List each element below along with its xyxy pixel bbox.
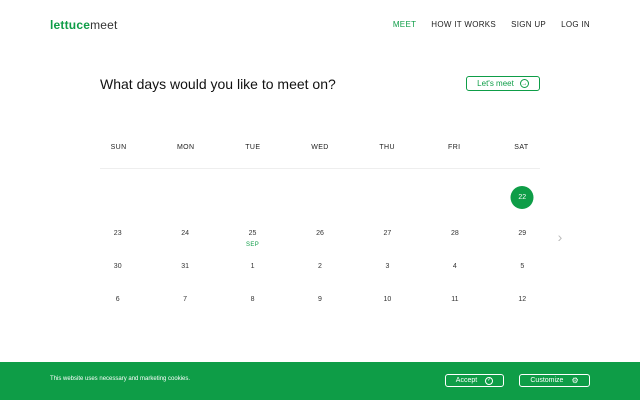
calendar-day[interactable]: 30 [84, 247, 151, 280]
accept-label: Accept [455, 377, 478, 384]
weekday-sat: SAT [514, 144, 529, 151]
nav-how-it-works[interactable]: HOW IT WORKS [431, 20, 496, 29]
calendar-day [354, 181, 421, 214]
calendar-day-number: 5 [520, 263, 525, 270]
calendar-day[interactable]: 23 [84, 214, 151, 247]
calendar-day-number: 24 [181, 230, 190, 237]
calendar-day-number: 27 [383, 230, 392, 237]
customize-button[interactable]: Customize ⚙ [519, 374, 590, 387]
calendar-day[interactable]: 3 [354, 247, 421, 280]
weekday-mon: MON [176, 144, 195, 151]
nav-meet[interactable]: MEET [393, 20, 416, 29]
chevron-right-icon[interactable]: › [554, 229, 566, 245]
calendar-day-number: 6 [115, 296, 120, 303]
calendar-day[interactable]: 27 [354, 214, 421, 247]
weekday-header: SUN MON TUE WED THU FRI SAT [85, 144, 555, 151]
lets-meet-button[interactable]: Let's meet → [466, 76, 540, 91]
calendar-day-number: 7 [183, 296, 188, 303]
calendar-day [286, 181, 353, 214]
customize-label: Customize [530, 377, 564, 384]
calendar-day-number: 9 [318, 296, 322, 303]
calendar-day[interactable]: 6 [84, 280, 151, 313]
calendar-day[interactable]: 4 [421, 247, 488, 280]
calendar-day-number: 11 [451, 296, 459, 303]
calendar-day-number: 10 [383, 296, 392, 303]
calendar-day-number: 1 [250, 263, 255, 270]
page-title: What days would you like to meet on? [100, 76, 336, 92]
logo-brand: lettuce [50, 18, 91, 32]
calendar-day[interactable]: 8 [219, 280, 286, 313]
gear-icon: ⚙ [571, 375, 579, 385]
weekday-tue: TUE [245, 144, 261, 151]
calendar-day[interactable]: 26 [286, 214, 353, 247]
check-circle-icon: ✓ [485, 376, 494, 385]
accept-button[interactable]: Accept ✓ [445, 374, 504, 387]
lets-meet-label: Let's meet [477, 79, 514, 88]
calendar-day-number: 30 [113, 263, 122, 270]
calendar-day [151, 181, 218, 214]
calendar-day[interactable]: 10 [354, 280, 421, 313]
calendar-day-number: 26 [316, 230, 324, 237]
calendar-day-number: 3 [385, 263, 390, 270]
calendar-day [219, 181, 286, 214]
calendar-day[interactable]: 29 [489, 214, 556, 247]
weekday-thu: THU [379, 144, 395, 151]
calendar-day-number: 12 [518, 296, 527, 303]
calendar-day[interactable]: 12 [489, 280, 556, 313]
cookie-message: This website uses necessary and marketin… [50, 376, 191, 382]
nav-log-in[interactable]: LOG IN [561, 20, 590, 29]
month-label: SEP [246, 242, 260, 248]
logo[interactable]: lettucemeet [50, 18, 118, 32]
calendar-day[interactable]: 7 [151, 280, 218, 313]
calendar-day[interactable]: 22 [489, 181, 556, 214]
weekday-fri: FRI [448, 144, 461, 151]
logo-suffix: meet [90, 18, 118, 32]
calendar-day-number: 29 [518, 230, 527, 237]
calendar-day[interactable]: 28 [421, 214, 488, 247]
calendar-day-number: 4 [452, 263, 457, 270]
top-nav: MEET HOW IT WORKS SIGN UP LOG IN [393, 20, 590, 29]
weekday-wed: WED [311, 144, 329, 151]
cookie-banner: This website uses necessary and marketin… [0, 362, 640, 400]
calendar-day[interactable]: 24 [151, 214, 218, 247]
calendar-day [84, 181, 151, 214]
calendar-day-number: 31 [181, 263, 190, 270]
calendar-day-number: 8 [250, 296, 255, 303]
calendar-day-number: 23 [113, 230, 122, 237]
calendar-grid: 22 23 24 25 26 27 28 29 30 31 1 2 3 4 5 6 7 8 9 10 11 12 [84, 181, 556, 313]
calendar-day[interactable]: 2 [286, 247, 353, 280]
calendar-day[interactable]: 31 [151, 247, 218, 280]
calendar-day[interactable]: 5 [489, 247, 556, 280]
calendar-day-number: 2 [318, 263, 322, 270]
calendar-day [421, 181, 488, 214]
calendar-day[interactable]: 9 [286, 280, 353, 313]
calendar-day[interactable]: 1 [219, 247, 286, 280]
selected-day-marker: 22 [510, 186, 534, 209]
calendar-divider [100, 168, 540, 169]
calendar-day-number: 25 [248, 230, 257, 237]
arrow-right-circle-icon: → [519, 79, 529, 88]
calendar-day[interactable]: 11 [421, 280, 488, 313]
nav-sign-up[interactable]: SIGN UP [511, 20, 546, 29]
calendar-day-number: 28 [450, 230, 459, 237]
weekday-sun: SUN [110, 144, 127, 151]
